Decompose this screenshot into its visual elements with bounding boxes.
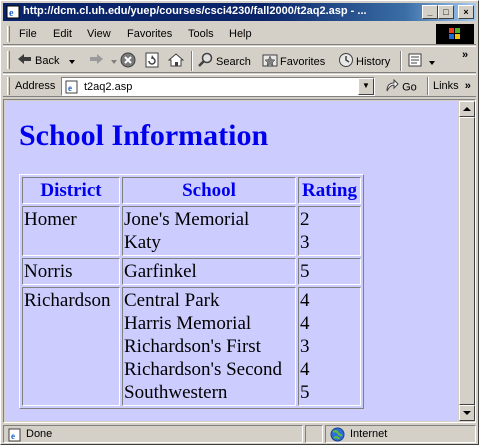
header-school: School: [122, 177, 296, 204]
vertical-scrollbar[interactable]: [459, 101, 475, 421]
title-bar[interactable]: e http://dcm.cl.uh.edu/yuep/courses/csci…: [3, 3, 476, 21]
school-cell: Garfinkel: [122, 258, 296, 285]
address-value: t2aq2.asp: [84, 81, 133, 93]
menu-tools[interactable]: Tools: [188, 28, 214, 40]
status-pane-blank: [305, 425, 323, 443]
zone-text: Internet: [350, 428, 388, 440]
browser-window: e http://dcm.cl.uh.edu/yuep/courses/csci…: [0, 0, 479, 445]
header-rating: Rating: [298, 177, 361, 204]
search-label: Search: [216, 55, 251, 68]
menu-favorites[interactable]: Favorites: [127, 28, 172, 40]
forward-arrow-icon: [88, 52, 104, 69]
links-button[interactable]: Links »: [433, 80, 471, 92]
history-icon: [338, 52, 354, 71]
favorites-icon: [262, 52, 278, 71]
stop-button[interactable]: [120, 52, 136, 70]
table-header-row: District School Rating: [22, 177, 361, 204]
refresh-icon: [144, 52, 160, 71]
menu-view[interactable]: View: [87, 28, 111, 40]
search-icon: [198, 52, 214, 71]
go-label: Go: [402, 81, 417, 94]
favorites-label: Favorites: [280, 55, 326, 68]
menu-grip[interactable]: [7, 26, 10, 42]
svg-text:e: e: [9, 8, 14, 19]
school-cell: Central Park Harris Memorial Richardson'…: [122, 287, 296, 406]
internet-globe-icon: [330, 427, 345, 445]
scroll-thumb[interactable]: [459, 117, 475, 405]
scroll-down-arrow-icon: [463, 411, 471, 415]
rating-cell: 5: [298, 258, 361, 285]
links-separator: [427, 77, 429, 95]
go-button[interactable]: Go: [385, 78, 417, 96]
scroll-down-button[interactable]: [459, 405, 475, 421]
address-grip[interactable]: [7, 77, 10, 95]
refresh-button[interactable]: [144, 52, 160, 70]
search-button[interactable]: Search: [198, 52, 251, 70]
rating-cell: 4 4 3 4 5: [298, 287, 361, 406]
close-button[interactable]: ×: [458, 5, 474, 19]
district-cell: Homer: [22, 206, 120, 256]
address-input[interactable]: e t2aq2.asp ▼: [61, 77, 375, 96]
links-overflow-icon: »: [464, 80, 471, 92]
district-cell: Norris: [22, 258, 120, 285]
favorites-button[interactable]: Favorites: [262, 52, 325, 70]
minimize-button[interactable]: _: [422, 5, 438, 19]
forward-button[interactable]: [88, 52, 118, 70]
toolbar-separator: [400, 51, 402, 71]
mail-icon: [408, 52, 426, 71]
mail-dropdown-icon[interactable]: [429, 56, 436, 68]
table-row: Norris Garfinkel 5: [22, 258, 361, 285]
header-district: District: [22, 177, 120, 204]
scroll-up-button[interactable]: [459, 101, 475, 117]
windows-logo-icon: [436, 24, 474, 44]
window-title: http://dcm.cl.uh.edu/yuep/courses/csci42…: [23, 5, 367, 17]
district-cell: Richardson: [22, 287, 120, 406]
go-arrow-icon: [385, 78, 399, 96]
home-button[interactable]: [167, 52, 185, 71]
content-area: School Information District School Ratin…: [3, 99, 476, 423]
status-bar: e Done Internet: [3, 425, 476, 443]
address-bar: Address e t2aq2.asp ▼ Go Links »: [3, 74, 476, 97]
table-row: Homer Jone's Memorial Katy 2 3: [22, 206, 361, 256]
svg-text:e: e: [68, 83, 72, 93]
forward-dropdown-icon[interactable]: [111, 55, 118, 67]
toolbar-grip[interactable]: [7, 51, 10, 69]
address-dropdown-icon[interactable]: ▼: [358, 78, 374, 95]
back-button[interactable]: Back: [17, 52, 75, 70]
page-icon: e: [65, 80, 79, 97]
status-text: Done: [26, 428, 53, 440]
page-title: School Information: [19, 119, 269, 152]
home-icon: [167, 52, 185, 71]
web-page: School Information District School Ratin…: [5, 101, 458, 421]
history-button[interactable]: History: [338, 52, 390, 70]
menu-bar: File Edit View Favorites Tools Help: [3, 23, 476, 45]
svg-text:e: e: [11, 431, 15, 441]
school-cell: Jone's Memorial Katy: [122, 206, 296, 256]
toolbar-overflow-icon[interactable]: »: [462, 49, 468, 67]
links-label: Links: [433, 80, 459, 92]
stop-icon: [120, 52, 136, 71]
table-row: Richardson Central Park Harris Memorial …: [22, 287, 361, 406]
maximize-button[interactable]: □: [438, 5, 454, 19]
address-label: Address: [15, 80, 56, 92]
scroll-up-arrow-icon: [463, 107, 471, 111]
rating-cell: 2 3: [298, 206, 361, 256]
ie-page-icon: e: [6, 5, 20, 19]
toolbar-separator: [191, 51, 193, 71]
mail-button[interactable]: [408, 52, 436, 71]
back-arrow-icon: [17, 52, 33, 69]
menu-help[interactable]: Help: [229, 28, 252, 40]
done-page-icon: e: [8, 428, 22, 445]
history-label: History: [356, 55, 391, 68]
status-pane-main: e Done: [3, 425, 303, 443]
menu-edit[interactable]: Edit: [53, 28, 72, 40]
status-pane-zone: Internet: [325, 425, 476, 443]
standard-toolbar: Back Search Favorites History »: [3, 46, 476, 73]
school-table: District School Rating Homer Jone's Memo…: [19, 174, 364, 409]
back-dropdown-icon[interactable]: [68, 55, 75, 67]
back-label: Back: [35, 54, 60, 67]
menu-file[interactable]: File: [19, 28, 37, 40]
